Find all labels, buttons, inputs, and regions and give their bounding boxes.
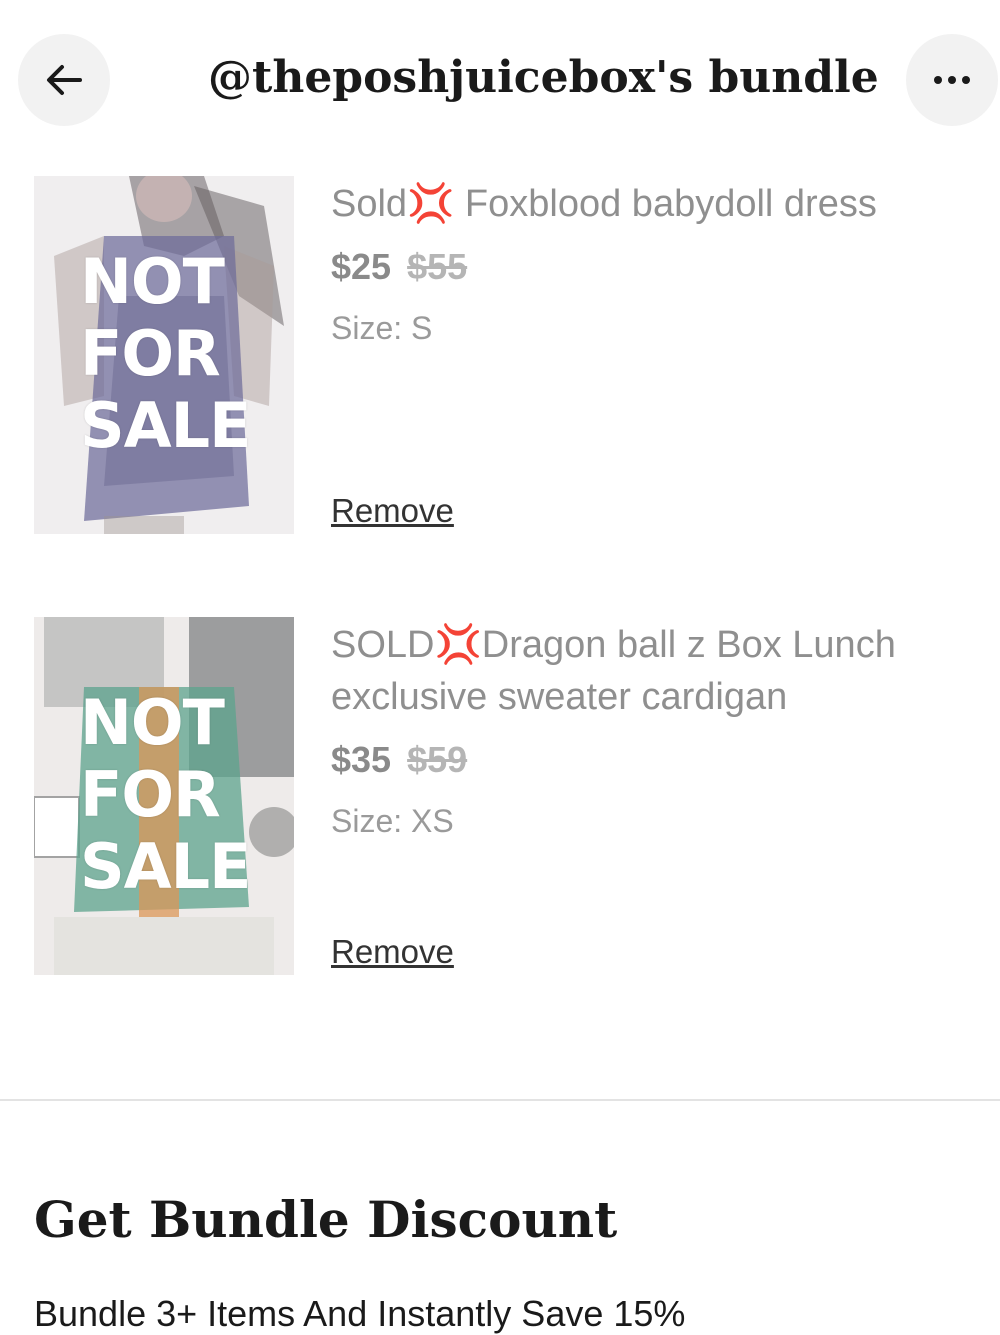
overlay-word: SALE: [80, 830, 252, 903]
not-for-sale-overlay: NOT FOR SALE: [80, 687, 290, 903]
bundle-discount-text: Bundle 3+ Items And Instantly Save 15%: [34, 1293, 686, 1334]
remove-button[interactable]: Remove: [331, 492, 454, 530]
item-title[interactable]: SOLD💢Dragon ball z Box Lunch exclusive s…: [331, 619, 971, 723]
arrow-left-icon: [47, 65, 82, 95]
more-horizontal-icon: [934, 76, 970, 84]
more-options-button[interactable]: [906, 34, 998, 126]
price-row: $25 $55: [331, 246, 971, 288]
bundle-discount-title: Get Bundle Discount: [34, 1190, 618, 1249]
overlay-word: FOR: [80, 317, 221, 390]
bundle-item: NOT FOR SALE Sold💢 Foxblood babydoll dre…: [0, 176, 1000, 546]
item-price: $25: [331, 246, 392, 287]
overlay-word: NOT: [80, 686, 225, 759]
bundle-item: NOT FOR SALE SOLD💢Dragon ball z Box Lunc…: [0, 617, 1000, 987]
divider: [0, 1099, 1000, 1101]
original-price: $55: [407, 246, 468, 287]
item-info: SOLD💢Dragon ball z Box Lunch exclusive s…: [331, 619, 971, 840]
item-price: $35: [331, 739, 392, 780]
not-for-sale-overlay: NOT FOR SALE: [80, 246, 290, 462]
item-thumbnail[interactable]: NOT FOR SALE: [34, 617, 294, 975]
overlay-word: FOR: [80, 758, 221, 831]
item-size: Size: S: [331, 310, 433, 346]
item-title[interactable]: Sold💢 Foxblood babydoll dress: [331, 178, 971, 230]
item-thumbnail[interactable]: NOT FOR SALE: [34, 176, 294, 534]
back-button[interactable]: [18, 34, 110, 126]
overlay-word: NOT: [80, 245, 225, 318]
item-size: Size: XS: [331, 803, 454, 839]
price-row: $35 $59: [331, 739, 971, 781]
overlay-word: SALE: [80, 389, 252, 462]
header: @theposhjuicebox's bundle: [0, 0, 1000, 160]
original-price: $59: [407, 739, 468, 780]
page-title: @theposhjuicebox's bundle: [208, 52, 879, 103]
item-info: Sold💢 Foxblood babydoll dress $25 $55 Si…: [331, 178, 971, 347]
remove-button[interactable]: Remove: [331, 933, 454, 971]
